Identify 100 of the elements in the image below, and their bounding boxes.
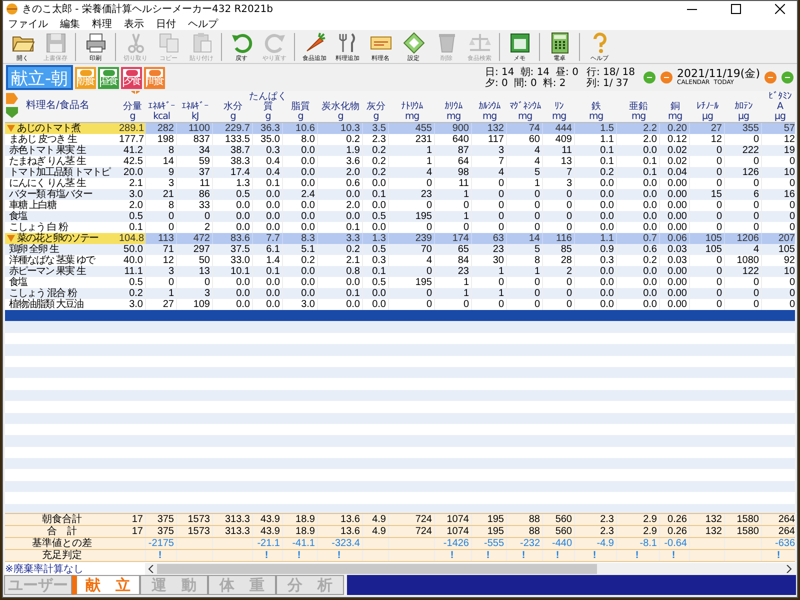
column-header[interactable]: ﾋﾞﾀﾐﾝ A μg [762,91,795,122]
food-name-cell[interactable]: まあじ 皮つき 生 [5,134,119,145]
maximize-icon[interactable] [731,4,741,14]
summary-cell: -8.1 [617,538,660,549]
summary-cell: -0.64 [660,538,690,549]
column-header[interactable]: 鉄 mg [575,91,617,122]
food-name-cell[interactable]: 洋種なばな 茎葉 ゆで [5,255,119,266]
summary-cell: 132 [690,526,725,537]
summary-cell: 1580 [725,514,762,525]
food-name-cell[interactable]: 食塩 [5,211,119,222]
note-text: ※廃棄率計算なし [5,562,84,576]
count-text: 朝: 14 [520,66,550,78]
column-header[interactable]: ｴﾈﾙｷﾞｰ kJ [177,91,213,122]
summary-cell: 1074 [435,526,472,537]
tag-icon[interactable] [6,93,18,104]
summary-cell: 560 [543,514,575,525]
column-header[interactable]: ﾚﾁﾉｰﾙ μg [690,91,725,122]
summary-cell: 195 [472,526,507,537]
summary-cell: 2.3 [575,514,617,525]
food-name-cell[interactable]: たまねぎ りん茎 生 [5,156,119,167]
menu-item[interactable]: 編集 [60,16,80,30]
summary-cell: 18.9 [283,514,318,525]
summary-cell: 1573 [177,514,213,525]
summary-cell: -440 [543,538,575,549]
food-name-cell[interactable]: トマト加工品類 トマトピ [5,167,119,178]
column-header[interactable]: ｶﾙｼｳﾑ mg [472,91,507,122]
window-title: きのこ太郎 - 栄養価計算ヘルシーメーカー432 R2021b [22,2,273,16]
column-header[interactable]: ﾘﾝ mg [543,91,575,122]
column-header[interactable]: ｶﾛﾃﾝ μg [725,91,762,122]
date-text[interactable]: 2021/11/19(金) [677,69,760,79]
column-header[interactable]: 灰分 g [363,91,389,122]
food-name-cell[interactable]: 植物油脂類 大豆油 [5,299,119,310]
scrollbar-thumb[interactable] [157,564,597,574]
floppy-icon [44,30,68,54]
scroll-left-icon[interactable] [148,564,154,572]
column-header[interactable]: 亜鉛 mg [617,91,660,122]
food-name-cell[interactable]: こしょう 混合 粉 [5,288,119,299]
summary-cell: 264 [762,526,795,537]
dish-name-cell[interactable]: 菜の花と卵のソテー [5,233,119,244]
column-header[interactable]: 料理名/食品名 [18,91,90,111]
summary-cell: 88 [507,526,543,537]
table-row[interactable] [5,310,795,322]
summary-label: 充足判定 [41,550,83,561]
food-name-cell[interactable]: 赤色トマト 果実 生 [5,145,119,156]
horizontal-scrollbar[interactable] [145,562,795,574]
food-name-cell[interactable]: 食塩 [5,277,119,288]
shield-icon[interactable] [6,107,18,118]
column-header[interactable]: 炭水化物 g [318,91,363,122]
summary-cell: 13.6 [318,526,363,537]
summary-label: 合 計 [46,526,78,537]
round-badge-icon[interactable] [643,71,656,84]
column-header[interactable]: 脂質 g [283,91,318,122]
round-badge-icon[interactable] [764,71,777,84]
menu-item[interactable]: 表示 [124,16,144,30]
summary-cell: 375 [146,526,177,537]
summary-cell: -41.1 [283,538,318,549]
food-name-cell[interactable]: 鶏卵 全卵 生 [5,244,119,255]
dish-name-cell[interactable]: あじのトマト煮 [5,123,119,134]
diamond-icon [402,30,426,54]
column-header[interactable]: 銅 mg [660,91,690,122]
summary-cell: 264 [762,514,795,525]
food-name-cell[interactable]: こしょう 白 粉 [5,222,119,233]
summary-cell: 313.3 [213,514,253,525]
column-header[interactable]: ﾏｸﾞﾈｼｳﾑ mg [507,91,543,122]
food-name-cell[interactable]: 車糖 上白糖 [5,200,119,211]
column-header[interactable]: ﾅﾄﾘｳﾑ mg [389,91,435,122]
menu-item[interactable]: 料理 [92,16,112,30]
menu-item[interactable]: 日付 [156,16,176,30]
close-icon[interactable] [775,4,785,14]
alert-mark: ! [318,550,363,561]
summary-cell: 724 [389,526,435,537]
alert-mark: ! [435,550,472,561]
menu-item[interactable]: ヘルプ [188,16,218,30]
column-header[interactable]: ｴﾈﾙｷﾞｰ kcal [146,91,177,122]
round-badge-icon[interactable] [781,71,794,84]
round-badge-icon[interactable] [660,71,674,84]
summary-cell: -21.1 [253,538,283,549]
food-name-cell[interactable]: バター類 有塩バター [5,189,119,200]
table-cell: 289.1 [119,123,146,134]
summary-label: 朝食合計 [41,514,83,525]
summary-cell: -1426 [435,538,472,549]
scroll-right-icon[interactable] [786,564,792,572]
food-name-cell[interactable]: にんにく りん茎 生 [5,178,119,189]
summary-cell: 1074 [435,514,472,525]
summary-cell: -323.4 [318,538,363,549]
alert-mark: ! [283,550,318,561]
menu-item[interactable]: ファイル [8,16,48,30]
column-header[interactable]: 分量 g [119,91,146,122]
summary-cell: 2.9 [617,526,660,537]
alert-mark: ! [543,550,575,561]
position-text: 列: 1/ 37 [586,78,630,88]
alert-mark: ! [507,550,543,561]
summary-cell: 375 [146,514,177,525]
summary-cell: 2.9 [617,514,660,525]
food-name-cell[interactable]: 赤ピーマン 果実 生 [5,266,119,277]
alert-mark: ! [575,550,617,561]
summary-cell: 195 [472,514,507,525]
column-header[interactable]: ｶﾘｳﾑ mg [435,91,472,122]
summary-cell: -4.9 [575,538,617,549]
summary-label: 基準値との差 [31,538,93,549]
